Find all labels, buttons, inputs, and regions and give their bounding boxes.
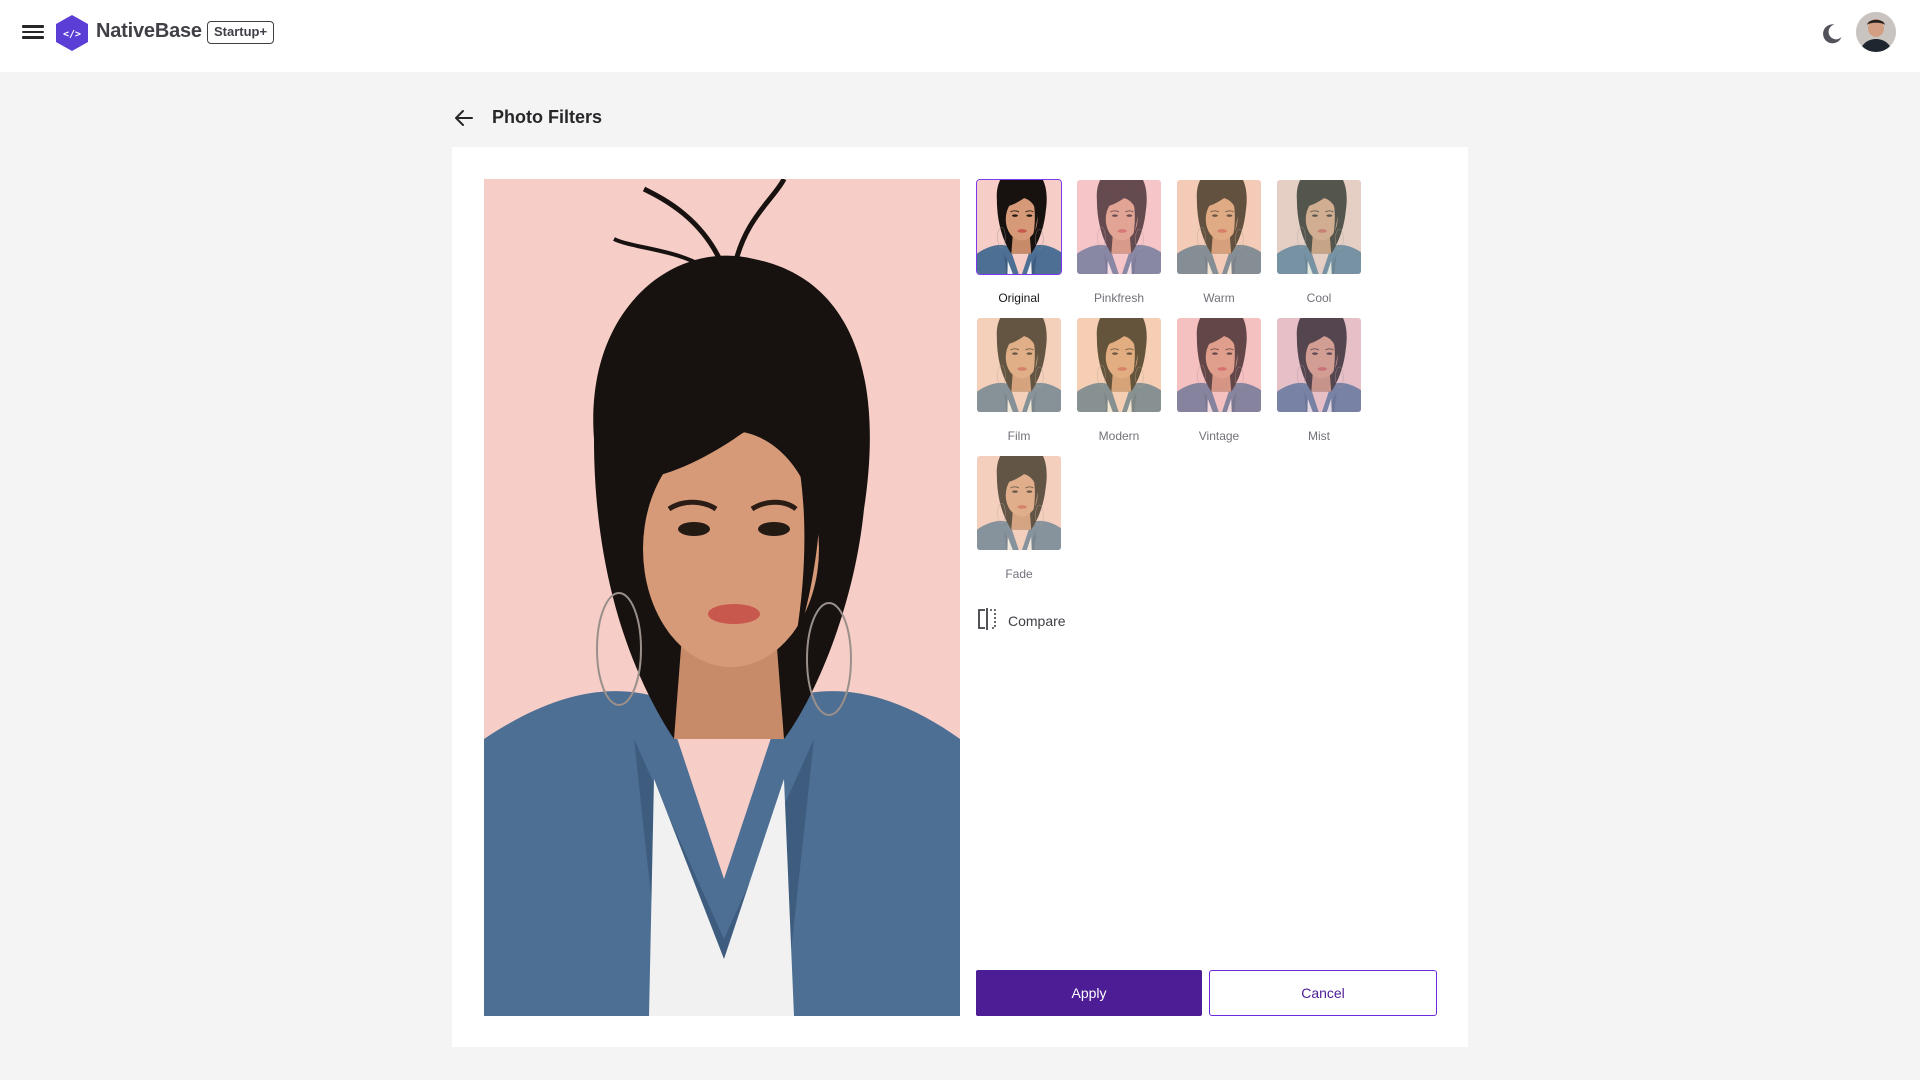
filter-option[interactable]: Warm [1176,179,1262,311]
filter-option[interactable]: Modern [1076,317,1162,449]
filter-thumbnail [1276,317,1362,413]
filter-thumbnail [1176,317,1262,413]
filter-thumbnail [1276,179,1362,275]
filter-option[interactable]: Cool [1276,179,1362,311]
filter-label: Cool [1306,291,1332,305]
user-avatar[interactable] [1856,12,1896,52]
page-title: Photo Filters [492,107,603,127]
filter-thumbnail [976,455,1062,551]
filter-option[interactable]: Mist [1276,317,1362,449]
plan-badge: Startup+ [207,21,275,44]
cancel-button[interactable]: Cancel [1209,970,1437,1016]
filter-option[interactable]: Film [976,317,1062,449]
main-photo-preview [484,179,960,1016]
arrow-left-icon[interactable] [452,106,476,130]
nativebase-logo-icon: </> [54,14,90,52]
filter-label: Warm [1203,291,1235,305]
hamburger-menu-icon[interactable] [22,22,44,42]
filter-thumbnail [1076,317,1162,413]
filter-option[interactable]: Original [976,179,1062,311]
filter-thumbnail [1076,179,1162,275]
filter-option[interactable]: Vintage [1176,317,1262,449]
filter-label: Fade [1005,567,1033,581]
compare-button[interactable]: Compare [976,607,1066,636]
filter-thumbnail [976,317,1062,413]
brand-name: NativeBase [96,20,202,42]
filter-label: Original [998,291,1040,305]
apply-button[interactable]: Apply [976,970,1202,1016]
top-navigation-bar: </> NativeBase Startup+ [0,0,1920,72]
filter-label: Pinkfresh [1093,291,1145,305]
compare-label: Compare [1008,613,1066,629]
filter-option[interactable]: Pinkfresh [1076,179,1162,311]
filter-label: Vintage [1198,429,1240,443]
moon-icon[interactable] [1820,22,1844,46]
svg-text:</>: </> [63,29,81,40]
filter-label: Mist [1308,429,1330,443]
filter-thumbnail [976,179,1062,275]
filter-thumbnail [1176,179,1262,275]
filter-label: Modern [1098,429,1140,443]
filter-label: Film [1007,429,1031,443]
filter-option[interactable]: Fade [976,455,1062,587]
photo-filter-card: Original Pinkfresh Warm Cool Film Modern Vinta… [452,147,1468,1047]
compare-split-icon [976,607,998,636]
